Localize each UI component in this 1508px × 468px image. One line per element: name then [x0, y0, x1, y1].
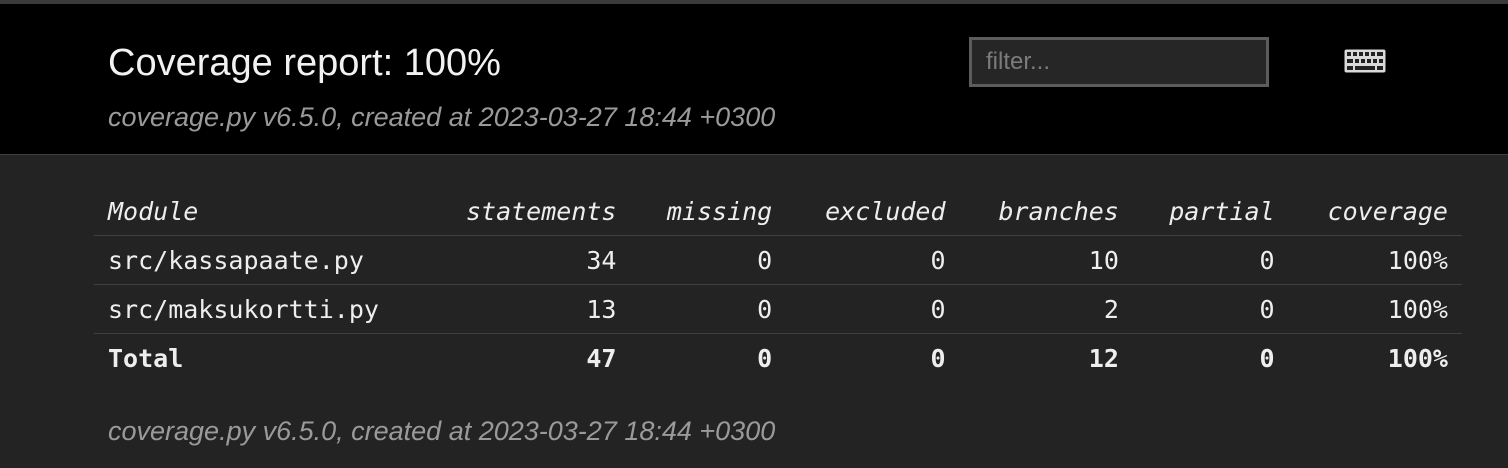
partial-cell: 0 [1132, 284, 1289, 334]
table-row: src/kassapaate.py 34 0 0 10 0 100% [94, 235, 1462, 285]
missing-cell: 0 [630, 235, 787, 285]
module-link[interactable]: src/maksukortti.py [94, 284, 422, 334]
excluded-cell: 0 [786, 284, 960, 334]
col-module[interactable]: Module [94, 188, 422, 236]
report-header: Coverage report: 100% coverage.py v6.5.0… [0, 4, 1508, 155]
col-statements[interactable]: statements [422, 188, 631, 236]
branches-cell: 10 [959, 235, 1133, 285]
filter-input[interactable] [969, 37, 1269, 87]
created-info: coverage.py v6.5.0, created at 2023-03-2… [108, 102, 776, 132]
col-missing[interactable]: missing [630, 188, 787, 236]
total-missing: 0 [757, 343, 773, 373]
total-coverage: 100% [1387, 343, 1448, 373]
total-branches: 12 [1088, 343, 1119, 373]
total-row: Total 47 0 0 12 0 100% [94, 334, 1462, 383]
footer-created-info: coverage.py v6.5.0, created at 2023-03-2… [108, 416, 776, 446]
col-excluded[interactable]: excluded [786, 188, 960, 236]
excluded-cell: 0 [786, 235, 960, 285]
col-coverage[interactable]: coverage [1288, 188, 1462, 236]
total-statements: 47 [586, 343, 617, 373]
coverage-table: Module statements missing excluded branc… [94, 188, 1462, 382]
table-header-row: Module statements missing excluded branc… [94, 188, 1462, 236]
total-label: Total [108, 343, 184, 373]
col-branches[interactable]: branches [959, 188, 1133, 236]
coverage-cell: 100% [1288, 235, 1462, 285]
statements-cell: 13 [422, 284, 631, 334]
partial-cell: 0 [1132, 235, 1289, 285]
total-excluded: 0 [930, 343, 946, 373]
page-title: Coverage report: 100% [108, 42, 501, 84]
branches-cell: 2 [959, 284, 1133, 334]
total-partial: 0 [1259, 343, 1275, 373]
missing-cell: 0 [630, 284, 787, 334]
col-partial[interactable]: partial [1132, 188, 1289, 236]
table-row: src/maksukortti.py 13 0 0 2 0 100% [94, 284, 1462, 334]
keyboard-icon[interactable] [1344, 49, 1386, 73]
coverage-cell: 100% [1288, 284, 1462, 334]
statements-cell: 34 [422, 235, 631, 285]
module-link[interactable]: src/kassapaate.py [94, 235, 422, 285]
